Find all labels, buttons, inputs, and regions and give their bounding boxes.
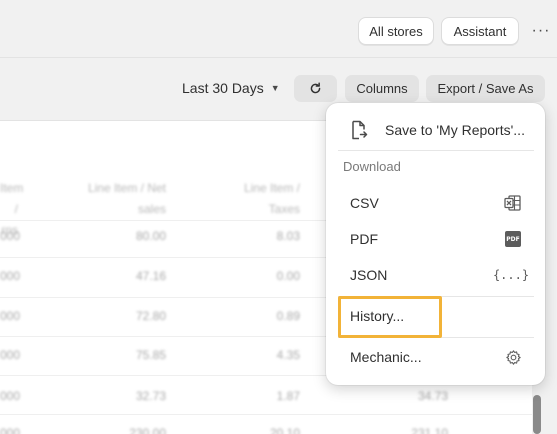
pdf-icon-text: PDF [505, 231, 521, 247]
menu-divider [338, 150, 534, 151]
table-cell: 000 [0, 309, 21, 323]
spreadsheet-icon [504, 194, 522, 212]
download-csv-item[interactable]: CSV [338, 186, 534, 220]
export-menu: Save to 'My Reports'... Download CSV PDF… [326, 103, 545, 385]
table-cell: 000 [0, 426, 21, 434]
highlight-box [338, 296, 442, 338]
column-header-line: Line Item / Net [87, 181, 166, 195]
table-cell: 230.00 [129, 426, 166, 434]
column-header[interactable]: Line Item / Net sales [60, 178, 166, 220]
caret-down-icon: ▼ [270, 83, 280, 93]
download-json-item[interactable]: JSON {...} [338, 258, 534, 292]
mechanic-item[interactable]: Mechanic... [338, 340, 534, 374]
refresh-icon [310, 82, 321, 94]
row-divider [0, 414, 532, 415]
table-cell: 000 [0, 389, 21, 403]
column-header-line: Item / [0, 181, 24, 216]
table-cell: 000 [0, 269, 21, 283]
json-label: JSON [350, 267, 388, 283]
date-range-label: Last 30 Days [182, 80, 264, 96]
column-header-line: Line Item / [243, 181, 300, 195]
table-cell: 20.10 [269, 426, 300, 434]
table-cell: 0.00 [276, 269, 300, 283]
table-cell: 231.10 [411, 426, 448, 434]
table-cell: 8.03 [276, 229, 300, 243]
file-export-icon [352, 120, 368, 140]
scrollbar-thumb[interactable] [533, 395, 541, 434]
date-range-select[interactable]: Last 30 Days ▼ [182, 78, 280, 98]
json-braces-icon: {...} [492, 268, 530, 282]
save-to-my-reports-label: Save to 'My Reports'... [385, 122, 525, 138]
pdf-label: PDF [350, 231, 378, 247]
table-cell: 75.85 [135, 348, 166, 362]
column-header-line: sales [137, 202, 166, 216]
csv-label: CSV [350, 195, 379, 211]
refresh-button[interactable] [294, 75, 337, 102]
assistant-button[interactable]: Assistant [441, 17, 519, 45]
table-cell: 4.35 [276, 348, 300, 362]
table-cell: 80.00 [135, 229, 166, 243]
table-cell: 32.73 [135, 389, 166, 403]
column-header-line: Taxes [268, 202, 300, 216]
all-stores-button[interactable]: All stores [358, 17, 434, 45]
table-cell: 1.87 [276, 389, 300, 403]
gear-icon [504, 348, 522, 366]
columns-button[interactable]: Columns [345, 75, 419, 102]
download-section-label: Download [343, 159, 401, 174]
table-cell: 47.16 [135, 269, 166, 283]
table-cell: 000 [0, 229, 21, 243]
table-cell: 000 [0, 348, 21, 362]
table-cell: 34.73 [417, 389, 448, 403]
table-cell: 0.89 [276, 309, 300, 323]
pdf-file-icon: PDF [504, 230, 522, 248]
export-save-as-button[interactable]: Export / Save As [426, 75, 545, 102]
save-to-my-reports-item[interactable]: Save to 'My Reports'... [338, 113, 534, 147]
column-header[interactable]: Line Item / Taxes [220, 178, 300, 220]
table-cell: 72.80 [135, 309, 166, 323]
mechanic-label: Mechanic... [350, 349, 422, 365]
download-pdf-item[interactable]: PDF PDF [338, 222, 534, 256]
more-options-button[interactable]: ··· [528, 17, 554, 45]
